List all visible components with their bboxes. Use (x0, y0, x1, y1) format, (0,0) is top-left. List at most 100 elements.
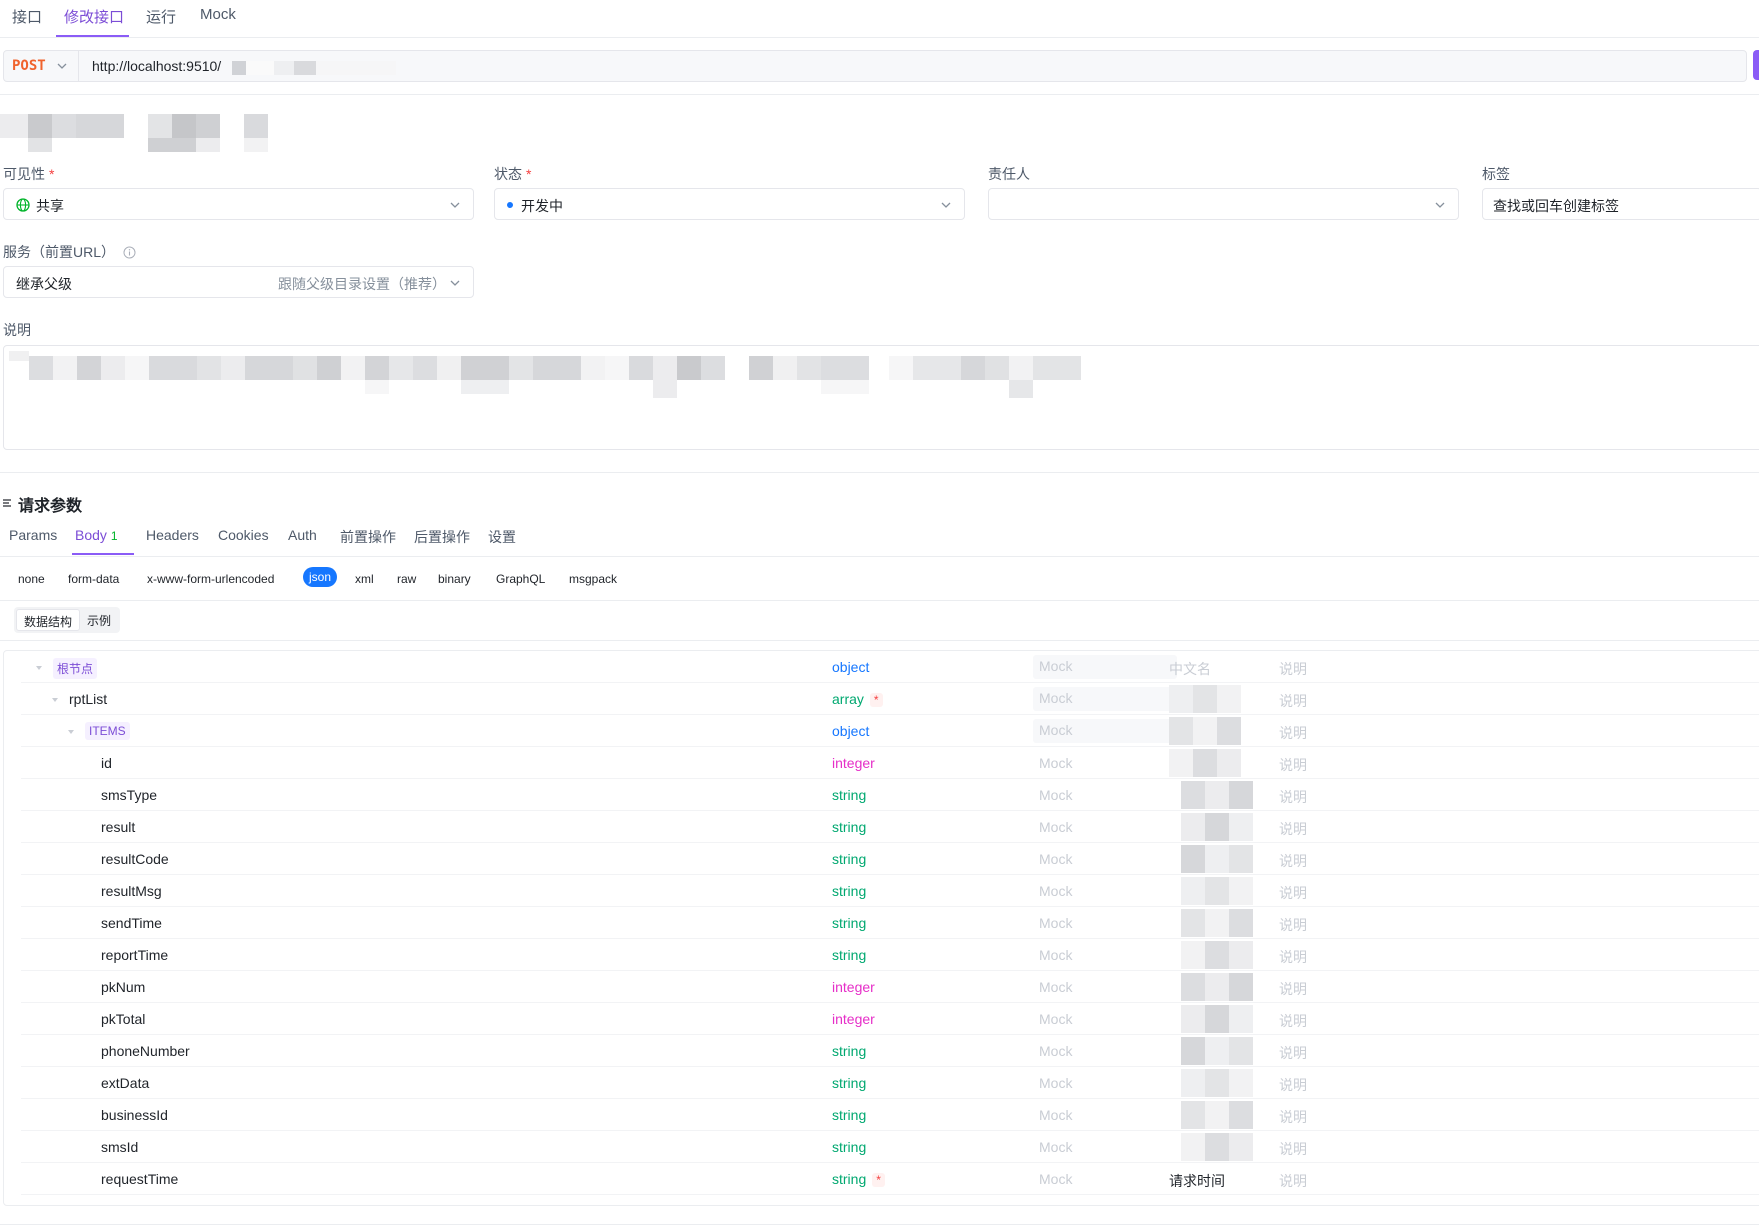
tab-params[interactable]: Params (9, 527, 57, 543)
description-input[interactable]: 说明 (1279, 947, 1307, 967)
description-input[interactable]: 说明 (1279, 1107, 1307, 1127)
description-input[interactable]: 说明 (1279, 723, 1307, 743)
info-icon[interactable] (123, 246, 136, 259)
schema-row[interactable]: pkTotal integer Mock 说明 (21, 1003, 1759, 1035)
expand-arrow-icon[interactable] (35, 664, 43, 672)
field-type[interactable]: array * (832, 691, 883, 707)
tab-edit-interface[interactable]: 修改接口 (64, 6, 124, 27)
mock-input[interactable]: Mock (1039, 819, 1072, 835)
chinese-name-input[interactable]: 请求时间 (1169, 1171, 1225, 1191)
field-type[interactable]: string (832, 787, 866, 803)
mock-input[interactable]: Mock (1039, 979, 1072, 995)
field-type[interactable]: object (832, 659, 869, 675)
field-type[interactable]: integer (832, 1011, 875, 1027)
field-type[interactable]: string (832, 947, 866, 963)
view-mode-example[interactable]: 示例 (80, 609, 118, 631)
description-input[interactable]: 说明 (1279, 787, 1307, 807)
schema-row[interactable]: extData string Mock 说明 (21, 1067, 1759, 1099)
schema-row[interactable]: pkNum integer Mock 说明 (21, 971, 1759, 1003)
chinese-name-input[interactable]: 中文名 (1169, 659, 1211, 679)
mock-input[interactable]: Mock (1039, 1075, 1072, 1091)
body-type-graphql[interactable]: GraphQL (496, 570, 545, 588)
field-type[interactable]: string (832, 1043, 866, 1059)
body-type-urlencoded[interactable]: x-www-form-urlencoded (147, 570, 274, 588)
tab-headers[interactable]: Headers (146, 527, 199, 543)
tags-input[interactable]: 查找或回车创建标签 (1482, 188, 1759, 220)
field-type[interactable]: integer (832, 755, 875, 771)
body-type-none[interactable]: none (18, 570, 45, 588)
field-name[interactable]: result (101, 819, 135, 835)
tab-settings[interactable]: 设置 (488, 527, 516, 547)
status-select[interactable]: 开发中 (494, 188, 965, 220)
service-select[interactable]: 继承父级 跟随父级目录设置（推荐） (3, 266, 474, 298)
description-input[interactable]: 说明 (1279, 1171, 1307, 1191)
field-name[interactable]: id (101, 755, 112, 771)
mock-input[interactable]: Mock (1039, 883, 1072, 899)
schema-row[interactable]: resultMsg string Mock 说明 (21, 875, 1759, 907)
view-mode-schema[interactable]: 数据结构 (16, 609, 81, 631)
expand-arrow-icon[interactable] (51, 696, 59, 704)
schema-row[interactable]: requestTime string * Mock 请求时间 说明 (21, 1163, 1759, 1195)
mock-input[interactable]: Mock (1033, 687, 1177, 711)
body-type-binary[interactable]: binary (438, 570, 471, 588)
field-name[interactable]: phoneNumber (101, 1043, 190, 1059)
field-type[interactable]: integer (832, 979, 875, 995)
field-type[interactable]: string (832, 1139, 866, 1155)
schema-row[interactable]: rptList array * Mock 说明 (21, 683, 1759, 715)
field-name[interactable]: businessId (101, 1107, 168, 1123)
field-name[interactable]: extData (101, 1075, 149, 1091)
field-type[interactable]: string (832, 851, 866, 867)
field-name[interactable]: reportTime (101, 947, 168, 963)
field-type[interactable]: string * (832, 1171, 885, 1187)
description-input[interactable]: 说明 (1279, 1075, 1307, 1095)
tab-interface[interactable]: 接口 (12, 6, 42, 27)
field-name[interactable]: 根节点 (53, 658, 98, 679)
mock-input[interactable]: Mock (1033, 719, 1177, 743)
mock-input[interactable]: Mock (1039, 915, 1072, 931)
tab-body[interactable]: Body 1 (75, 527, 118, 543)
tab-auth[interactable]: Auth (288, 527, 317, 543)
mock-input[interactable]: Mock (1039, 1171, 1072, 1187)
description-input[interactable]: 说明 (1279, 819, 1307, 839)
mock-input[interactable]: Mock (1039, 1107, 1072, 1123)
description-input[interactable]: 说明 (1279, 883, 1307, 903)
mock-input[interactable]: Mock (1039, 1139, 1072, 1155)
description-input[interactable]: 说明 (1279, 1011, 1307, 1031)
description-input[interactable]: 说明 (1279, 755, 1307, 775)
field-name[interactable]: rptList (69, 691, 107, 707)
body-type-form-data[interactable]: form-data (68, 570, 119, 588)
field-name[interactable]: ITEMS (85, 722, 130, 740)
mock-input[interactable]: Mock (1039, 1043, 1072, 1059)
body-type-xml[interactable]: xml (355, 570, 374, 588)
description-input[interactable]: 说明 (1279, 851, 1307, 871)
field-type[interactable]: string (832, 819, 866, 835)
schema-row[interactable]: sendTime string Mock 说明 (21, 907, 1759, 939)
description-input[interactable]: 说明 (1279, 659, 1307, 679)
body-type-msgpack[interactable]: msgpack (569, 570, 617, 588)
description-input[interactable]: 说明 (1279, 1043, 1307, 1063)
schema-row[interactable]: smsId string Mock 说明 (21, 1131, 1759, 1163)
description-textarea[interactable] (3, 345, 1759, 450)
expand-arrow-icon[interactable] (67, 728, 75, 736)
tab-run[interactable]: 运行 (146, 6, 176, 27)
tab-cookies[interactable]: Cookies (218, 527, 269, 543)
body-type-raw[interactable]: raw (397, 570, 416, 588)
field-name[interactable]: resultMsg (101, 883, 162, 899)
schema-row[interactable]: reportTime string Mock 说明 (21, 939, 1759, 971)
field-name[interactable]: requestTime (101, 1171, 178, 1187)
field-name[interactable]: resultCode (101, 851, 169, 867)
description-input[interactable]: 说明 (1279, 915, 1307, 935)
schema-row[interactable]: smsType string Mock 说明 (21, 779, 1759, 811)
visibility-select[interactable]: 共享 (3, 188, 474, 220)
field-name[interactable]: pkTotal (101, 1011, 145, 1027)
description-input[interactable]: 说明 (1279, 979, 1307, 999)
schema-row[interactable]: phoneNumber string Mock 说明 (21, 1035, 1759, 1067)
mock-input[interactable]: Mock (1033, 655, 1177, 679)
description-input[interactable]: 说明 (1279, 1139, 1307, 1159)
mock-input[interactable]: Mock (1039, 755, 1072, 771)
field-type[interactable]: string (832, 915, 866, 931)
field-name[interactable]: smsId (101, 1139, 138, 1155)
method-select[interactable]: POST (12, 58, 46, 74)
field-type[interactable]: object (832, 723, 869, 739)
schema-row[interactable]: resultCode string Mock 说明 (21, 843, 1759, 875)
